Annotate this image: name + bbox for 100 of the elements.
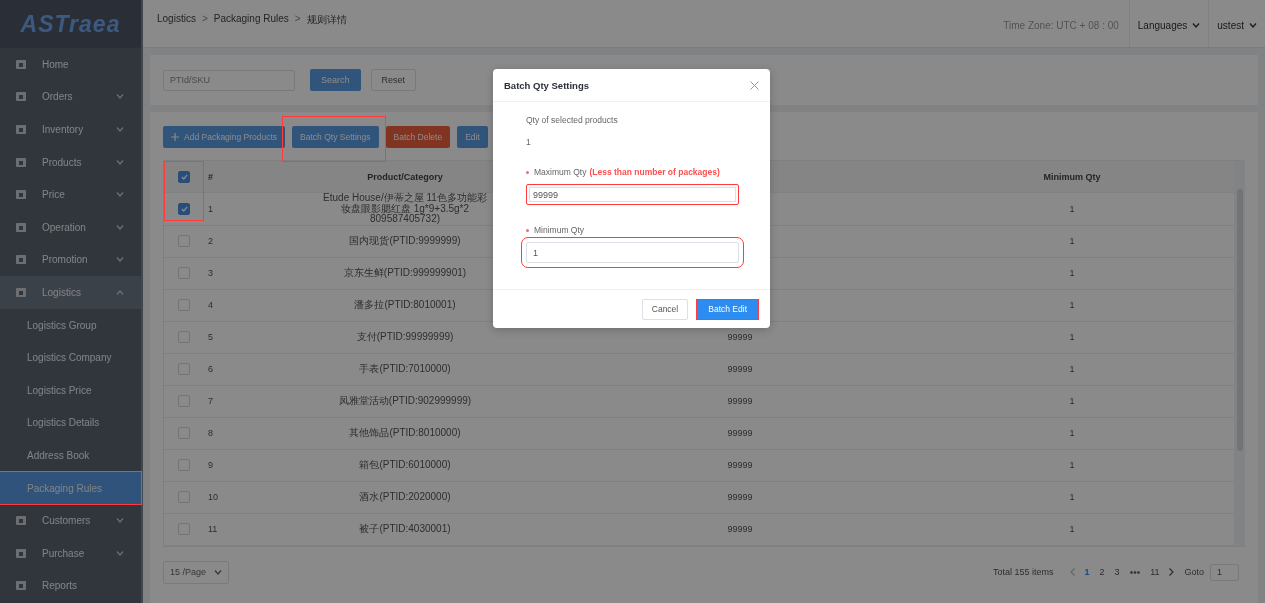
page-size-select[interactable]: 15 /Page [163,560,229,584]
table-cell: 1 [1069,268,1075,278]
add-button[interactable]: Add Packaging Products [163,126,286,148]
sidebar-item[interactable]: Home [0,48,141,81]
sidebar-item[interactable]: Price [0,178,141,211]
square-icon [16,287,26,297]
chevron-icon [116,518,124,524]
table-cell: 1 [1069,460,1075,470]
table-cell: 1 [1069,236,1075,246]
square-icon [16,516,26,526]
chevron-icon [116,94,124,100]
sidebar-item[interactable]: Logistics Group [0,308,141,342]
selected-count: 1 [526,137,532,147]
table-cell: 2 [208,236,213,246]
table-cell: 99999 [727,492,753,502]
chevron-icon [116,192,124,198]
sidebar-item[interactable]: Orders [0,80,141,114]
total-count: Total 155 items [993,567,1054,577]
sidebar-item[interactable]: Logistics [0,276,141,309]
breadcrumb-item[interactable]: Packaging Rules [213,12,289,27]
square-icon [16,255,26,265]
logo: ASTraea [20,10,121,38]
sidebar-item[interactable]: Address Book [0,439,141,472]
sidebar-item[interactable]: Products [0,145,141,179]
cancel-button[interactable]: Cancel [641,298,689,320]
sidebar-item[interactable]: Logistics Price [0,373,141,407]
chevron-icon [116,159,124,165]
square-icon [16,125,26,134]
highlight-box [696,298,759,320]
page-link[interactable]: 1 [1084,567,1090,577]
sidebar-item[interactable]: Promotion [0,243,141,277]
pagination-ellipsis[interactable]: ••• [1129,566,1141,578]
close-icon[interactable] [750,80,759,90]
chevron-icon [116,550,124,556]
table-cell: 99999 [727,428,753,438]
delete-button[interactable]: Batch Delete [385,126,451,148]
sidebar-item[interactable]: Reports [0,569,141,603]
square-icon [16,548,26,558]
square-icon [16,59,26,69]
goto-field[interactable]: 1 [1210,563,1239,581]
breadcrumb-item[interactable]: Logistics [157,12,196,27]
table-cell: 99999 [727,524,753,534]
table-cell: 7 [208,396,213,406]
search-button[interactable]: Search [310,69,361,91]
table-cell: 潘多拉(PTID:8010001) [354,299,456,311]
square-icon [16,92,26,102]
previous-icon[interactable] [1069,568,1075,576]
sidebar-item[interactable]: Operation [0,210,141,244]
table-cell: 国内现货(PTID:9999999) [349,235,461,247]
user-menu[interactable]: ustest [1208,0,1265,47]
column-header: Product/Category [367,171,443,182]
checkbox[interactable] [178,202,190,215]
chevron-icon [116,289,124,295]
breadcrumb-item: 规则详情 [306,12,347,27]
field-label: Minimum Qty [534,225,585,235]
next-icon[interactable] [1169,568,1175,576]
sidebar-item[interactable]: Packaging Rules [0,471,141,505]
sidebar-item[interactable]: Customers [0,504,141,537]
toolbar-button[interactable]: Edit [457,126,488,148]
chevron-icon [1249,23,1257,28]
column-header: # [208,171,213,182]
breadcrumb-separator: > [294,12,301,26]
chevron-icon [214,569,222,575]
input-field[interactable]: 99999 [526,184,739,205]
sidebar-item[interactable]: Inventory [0,113,141,146]
page-link[interactable]: 3 [1114,567,1120,577]
table-cell: 11 [208,524,218,534]
plus-icon [171,133,179,141]
table-cell: 99999 [727,364,753,374]
table-cell: 1 [1069,203,1075,214]
checkbox[interactable] [178,170,190,183]
chevron-icon [116,127,124,132]
table-cell: 99999 [727,460,753,470]
page-link[interactable]: 11 [1150,567,1160,577]
table-cell: 1 [1069,364,1075,374]
table-cell: 6 [208,364,213,374]
square-icon [16,581,26,591]
table-cell: 4 [208,300,213,310]
table-cell: 其他饰品(PTID:8010000) [349,427,461,439]
table-cell: 8 [208,428,213,438]
table-cell: 箱包(PTID:6010000) [359,459,451,471]
confirm-button[interactable]: Batch Edit [696,298,759,320]
square-icon [16,222,26,232]
table-cell-text: Etude House/伊蒂之屋 11色多功能彩妆盘眼影腮红盘 1g*9+3.5g*2 809587405732) [322,193,488,225]
sidebar-item[interactable]: Purchase [0,536,141,570]
sidebar-item[interactable]: Logistics Details [0,406,141,440]
table-cell: 1 [1069,428,1075,438]
chevron-icon [116,257,124,263]
field-hint: (Less than number of packages) [589,167,720,177]
table-cell: 1 [208,203,213,214]
goto-label: Goto [1184,567,1204,577]
table-cell: 5 [208,332,213,342]
sidebar-item[interactable]: Logistics Company [0,341,141,374]
table-cell: 手表(PTID:7010000) [359,363,451,375]
reset-button[interactable]: Reset [370,69,417,91]
search-field[interactable]: PTId/SKU [163,69,295,91]
toolbar-button[interactable]: Batch Qty Settings [292,126,379,148]
language-menu[interactable]: Languages [1128,0,1209,47]
table-cell: 3 [208,268,213,278]
page-link[interactable]: 2 [1099,567,1105,577]
